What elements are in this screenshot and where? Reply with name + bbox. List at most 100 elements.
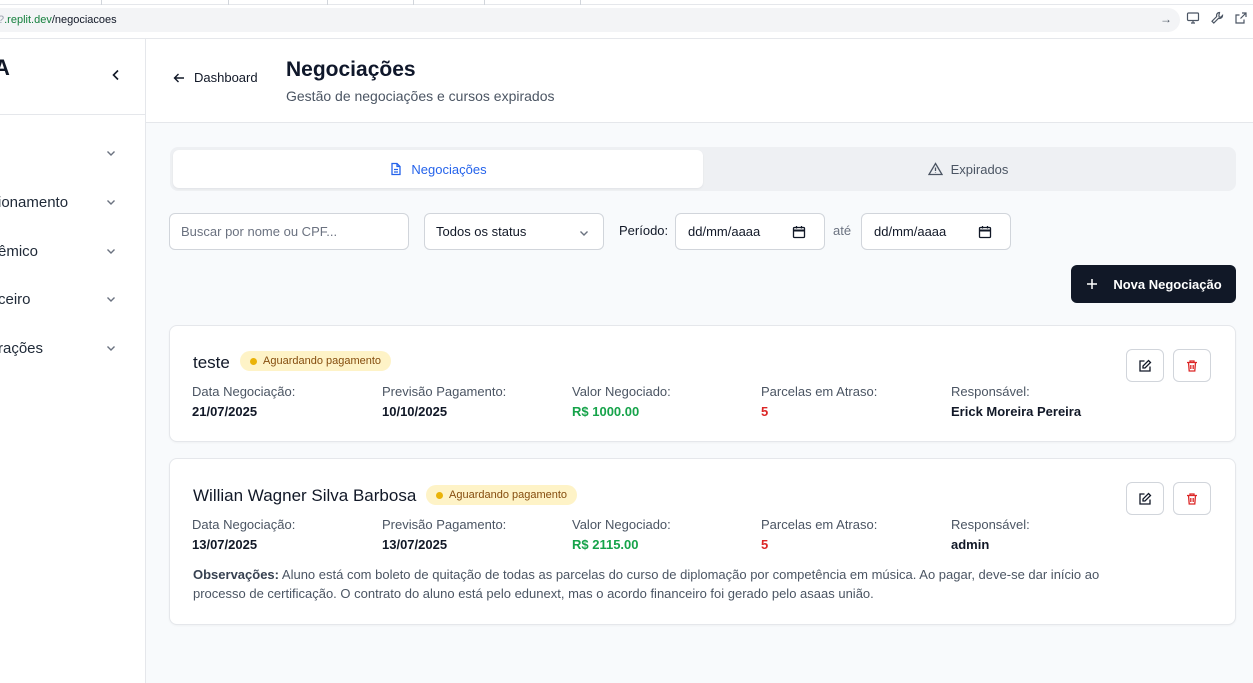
delete-button[interactable] [1173,482,1211,515]
delete-button[interactable] [1173,349,1211,382]
chevron-down-icon [107,200,115,205]
sidebar-item-0[interactable] [0,141,146,165]
plus-icon [1087,279,1098,289]
edit-icon [1139,359,1152,372]
field-parcelas-atraso: Parcelas em Atraso: 5 [761,517,877,552]
observacoes-label: Observações: [193,567,279,582]
tab-expirados[interactable]: Expirados [703,150,1233,188]
search-input[interactable] [169,213,409,250]
sidebar-divider [0,114,146,115]
page-title: Negociações [286,58,416,81]
field-label: Responsável: [951,517,1030,532]
go-arrow-icon[interactable]: → [1160,12,1172,26]
trash-icon [1187,359,1197,372]
tab-label: Expirados [950,161,1009,177]
field-data-negociacao: Data Negociação: 21/07/2025 [192,384,295,419]
field-value: Erick Moreira Pereira [951,404,1082,419]
observacoes: Observações: Aluno está com boleto de qu… [193,565,1123,603]
chevron-down-icon [107,346,115,351]
field-value: 13/07/2025 [192,537,258,552]
sidebar-item-1[interactable]: ionamento [0,190,146,214]
browser-tabstrip [0,0,1253,5]
date-to-value: dd/mm/aaaa [874,224,947,239]
edit-button[interactable] [1126,349,1164,382]
monitor-icon[interactable] [1186,11,1200,25]
date-from-value: dd/mm/aaaa [688,224,761,239]
field-label: Responsável: [951,384,1030,399]
sidebar-item-3[interactable]: ceiro [0,287,146,311]
sidebar-item-label: ionamento [0,193,69,211]
periodo-label: Período: [619,223,669,238]
field-value: 13/07/2025 [382,537,448,552]
sidebar-item-label: rações [0,339,44,357]
tab-list: Negociações Expirados [170,147,1236,191]
field-label: Data Negociação: [192,517,296,532]
field-responsavel: Responsável: admin [951,517,1030,552]
tab-divider [484,0,485,5]
field-value: admin [951,537,990,552]
sidebar: A ionamento êmico ceiro rações [0,39,146,683]
field-value: R$ 2115.00 [572,537,639,552]
document-icon [391,162,402,176]
observacoes-text: Aluno está com boleto de quitação de tod… [193,567,1100,601]
main-content: Negociações Expirados Todos os status Pe… [146,123,1253,683]
address-bar[interactable]: ? .replit.dev /negociacoes → [0,8,1180,32]
field-value: R$ 1000.00 [572,404,640,419]
back-to-dashboard-button[interactable]: Dashboard [172,70,258,85]
url-path: /negociacoes [51,14,117,26]
sidebar-collapse-button[interactable] [108,67,124,83]
tab-divider [580,0,581,5]
negotiation-card: teste Aguardando pagamento Data Negociaç… [169,325,1236,442]
chevron-down-icon [107,297,115,302]
field-valor-negociado: Valor Negociado: R$ 2115.00 [572,517,671,552]
field-label: Parcelas em Atraso: [761,384,878,399]
chevron-down-icon [580,231,588,236]
status-badge-label: Aguardando pagamento [449,489,568,501]
chevron-left-icon [112,69,119,81]
edit-button[interactable] [1126,482,1164,515]
warning-icon [927,162,943,176]
status-badge: Aguardando pagamento [426,485,578,505]
negotiation-card: Willian Wagner Silva Barbosa Aguardando … [169,458,1236,625]
back-label: Dashboard [194,70,258,85]
field-label: Previsão Pagamento: [382,384,507,399]
sidebar-brand: A [0,55,10,80]
status-select-value: Todos os status [436,224,527,239]
calendar-icon [978,226,992,239]
chevron-down-icon [107,151,115,156]
sidebar-item-4[interactable]: rações [0,336,146,360]
page-header: Dashboard Negociações Gestão de negociaç… [146,39,1253,123]
calendar-icon [792,226,806,239]
status-dot [436,491,443,499]
tab-divider [228,0,229,5]
field-value: 5 [761,404,769,419]
url-host: .replit.dev [4,14,52,26]
date-from-input[interactable]: dd/mm/aaaa [675,213,825,250]
arrow-left-icon [173,73,184,82]
ate-label: até [833,223,852,238]
tab-negociacoes[interactable]: Negociações [173,150,703,188]
field-data-negociacao: Data Negociação: 13/07/2025 [192,517,295,552]
field-label: Valor Negociado: [572,517,671,532]
filter-bar: Todos os status Período: dd/mm/aaaa até … [169,213,1239,251]
wrench-icon[interactable] [1210,11,1224,25]
page-subtitle: Gestão de negociações e cursos expirados [286,88,555,104]
external-link-icon[interactable] [1234,11,1248,25]
field-label: Previsão Pagamento: [382,517,507,532]
nova-negociacao-button[interactable]: Nova Negociação [1071,265,1236,303]
field-value: 5 [761,537,769,552]
card-student-name: teste [193,353,230,372]
field-value: 10/10/2025 [382,404,448,419]
field-value: 21/07/2025 [192,404,258,419]
date-to-input[interactable]: dd/mm/aaaa [861,213,1011,250]
field-parcelas-atraso: Parcelas em Atraso: 5 [761,384,877,419]
field-previsao-pagamento: Previsão Pagamento: 13/07/2025 [382,517,506,552]
status-badge: Aguardando pagamento [240,351,392,371]
status-select[interactable]: Todos os status [424,213,604,250]
field-valor-negociado: Valor Negociado: R$ 1000.00 [572,384,671,419]
sidebar-item-label: ceiro [0,290,31,308]
sidebar-item-2[interactable]: êmico [0,239,146,263]
field-label: Valor Negociado: [572,384,671,399]
sidebar-item-label: êmico [0,242,39,260]
card-student-name: Willian Wagner Silva Barbosa [193,486,417,505]
